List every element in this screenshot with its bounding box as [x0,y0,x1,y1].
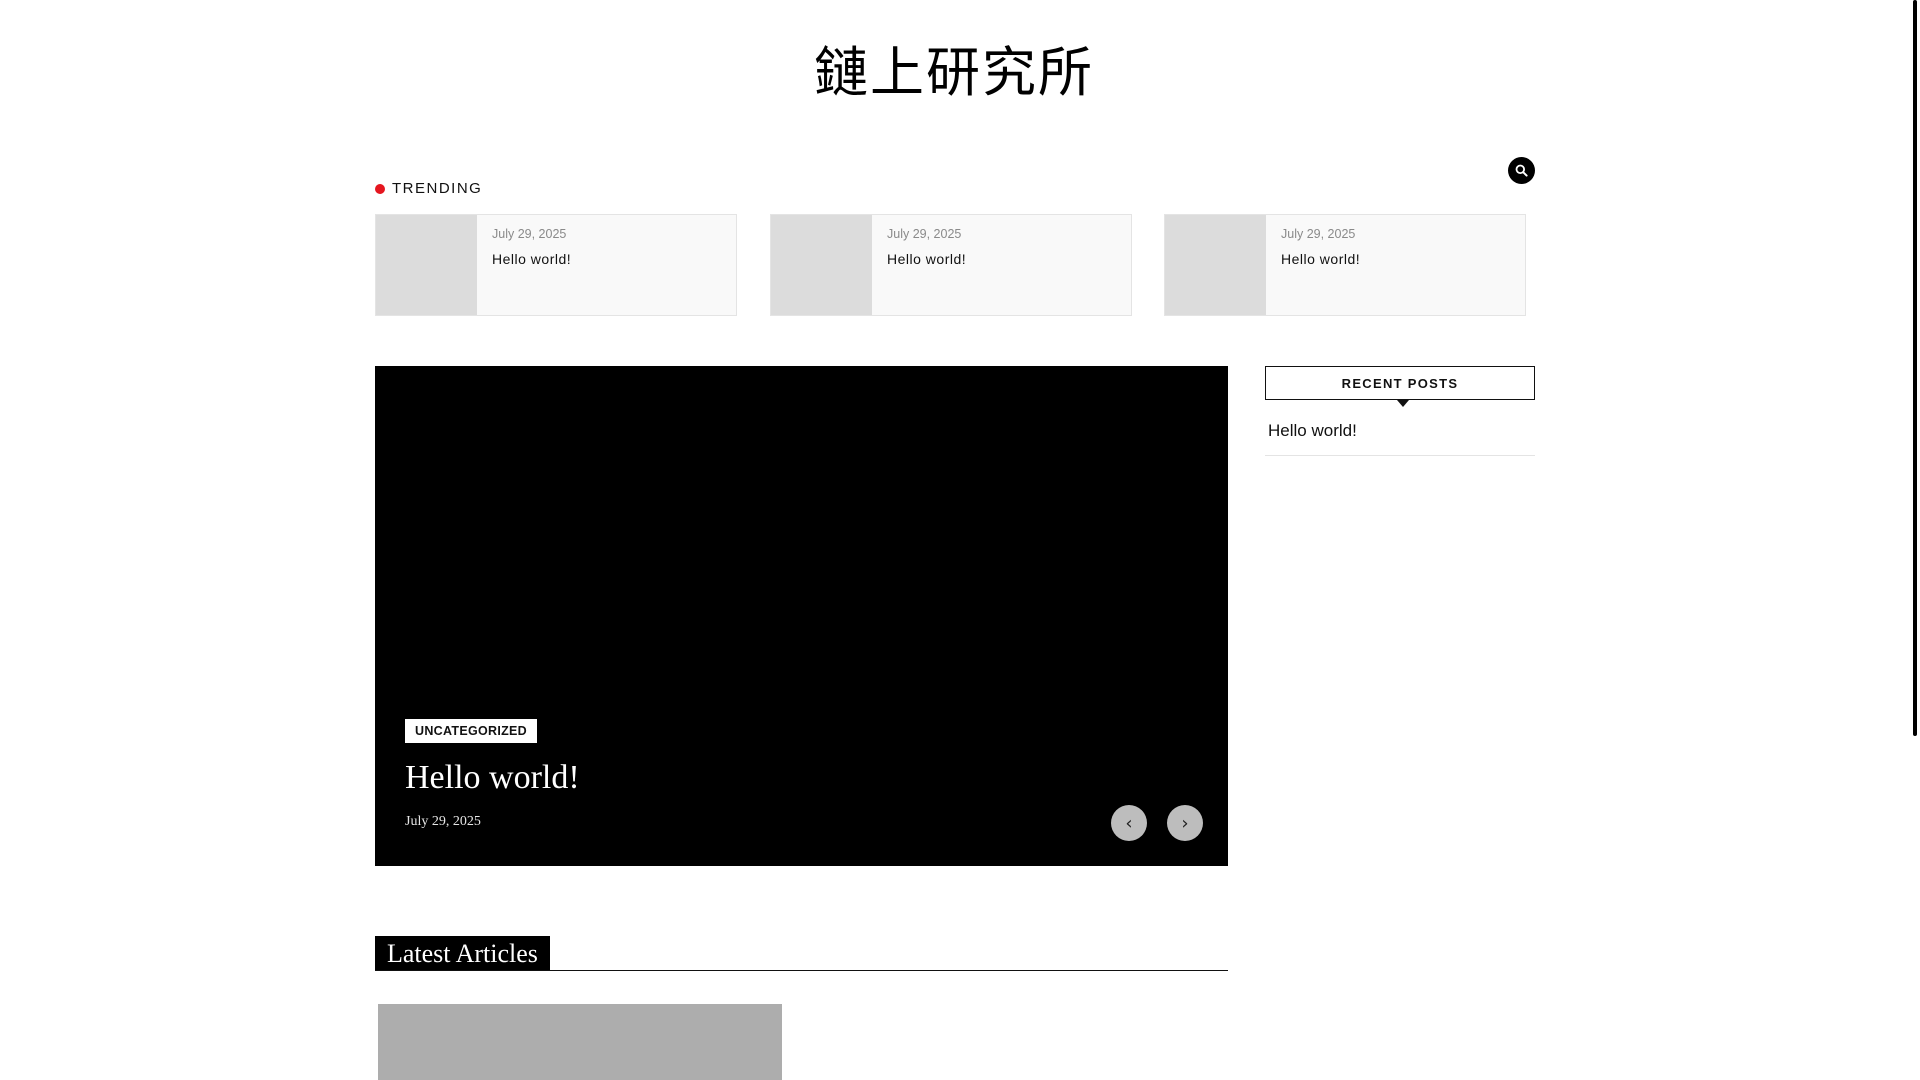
chevron-left-icon: ‹ [1125,812,1133,834]
recent-posts-heading: RECENT POSTS [1265,366,1535,400]
article-thumbnail[interactable] [378,1004,782,1080]
featured-slider[interactable]: UNCATEGORIZED Hello world! July 29, 2025… [375,366,1228,866]
recent-posts-pointer [1397,400,1409,407]
trending-title[interactable]: Hello world! [492,251,571,267]
trending-card-1[interactable]: July 29, 2025 Hello world! [375,214,737,316]
scrollbar-thumb[interactable] [1913,0,1917,736]
trending-thumbnail[interactable] [376,215,477,315]
latest-articles-heading: Latest Articles [375,936,550,971]
search-button[interactable] [1508,157,1535,184]
trending-date: July 29, 2025 [1281,227,1356,241]
trending-card-3[interactable]: July 29, 2025 Hello world! [1164,214,1526,316]
slider-next-button[interactable]: › [1167,805,1203,841]
trending-title[interactable]: Hello world! [1281,251,1360,267]
trending-card-2[interactable]: July 29, 2025 Hello world! [770,214,1132,316]
recent-post-link[interactable]: Hello world! [1265,412,1535,456]
slider-prev-button[interactable]: ‹ [1111,805,1147,841]
trending-dot [375,183,385,194]
trending-date: July 29, 2025 [492,227,567,241]
search-icon [1515,164,1528,177]
trending-thumbnail[interactable] [771,215,872,315]
trending-thumbnail[interactable] [1165,215,1266,315]
category-badge[interactable]: UNCATEGORIZED [405,719,537,743]
slider-post-date: July 29, 2025 [405,814,481,829]
site-title[interactable]: 鏈上研究所 [0,28,1908,107]
slider-post-title[interactable]: Hello world! [405,759,580,797]
latest-articles-divider [375,970,1228,971]
trending-label-text: TRENDING [392,180,483,197]
trending-title[interactable]: Hello world! [887,251,966,267]
chevron-right-icon: › [1181,812,1189,834]
trending-date: July 29, 2025 [887,227,962,241]
trending-label: TRENDING [375,180,482,197]
